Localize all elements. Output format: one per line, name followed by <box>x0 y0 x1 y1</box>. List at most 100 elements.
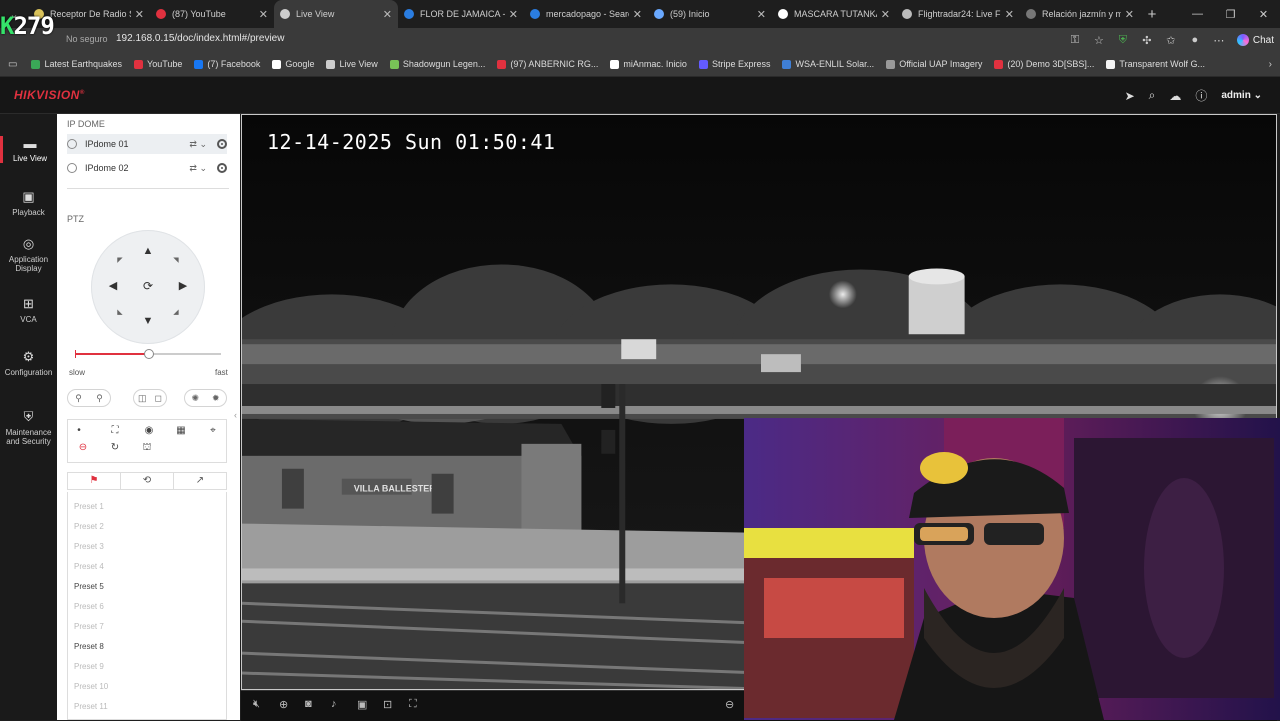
minimize-icon[interactable]: — <box>1181 0 1214 28</box>
preset-item[interactable]: Preset 4 <box>74 562 104 571</box>
one-touch-focus-icon[interactable]: ◉ <box>142 425 156 436</box>
close-tab-icon[interactable]: ✕ <box>135 8 144 21</box>
security-indicator[interactable]: No seguro <box>66 34 108 44</box>
camera-list-item[interactable]: IPdome 02 ⇄ ⌄ <box>67 158 227 178</box>
browser-tab[interactable]: MASCARA TUTANKAMO ✕ <box>772 0 896 28</box>
bookmark-item[interactable]: Live View <box>326 59 378 69</box>
url-field[interactable]: 192.168.0.15/doc/index.html#/preview <box>116 33 284 44</box>
tab-pattern-icon[interactable]: ↗ <box>174 473 226 489</box>
audio-mute-icon[interactable]: 🔇︎ <box>253 698 260 711</box>
close-tab-icon[interactable]: ✕ <box>881 8 890 21</box>
bookmark-item[interactable]: (7) Facebook <box>194 59 260 69</box>
live-view-toggle-icon[interactable] <box>217 163 227 173</box>
tab-presets-icon[interactable]: ⚑ <box>68 473 121 489</box>
microphone-icon[interactable]: ♪ <box>331 698 337 710</box>
copilot-chat-button[interactable]: Chat <box>1231 34 1280 46</box>
lens-init-icon[interactable]: ↻ <box>108 442 122 453</box>
exit-icon[interactable]: ⊖ <box>725 698 734 711</box>
stream-type-icon[interactable]: ⇄ ⌄ <box>189 163 207 174</box>
capture-icon[interactable]: ◙ <box>305 698 312 710</box>
preset-item[interactable]: Preset 2 <box>74 522 104 531</box>
bookmark-item[interactable]: (97) ANBERNIC RG... <box>497 59 598 69</box>
bookmark-item[interactable]: (20) Demo 3D[SBS]... <box>994 59 1094 69</box>
bookmark-item[interactable]: Official UAP Imagery <box>886 59 982 69</box>
iris-open-icon[interactable]: ✺ <box>191 393 199 404</box>
close-tab-icon[interactable]: ✕ <box>1005 8 1014 21</box>
new-tab-button[interactable]: + <box>1140 6 1164 23</box>
camera-list-item[interactable]: IPdome 01 ⇄ ⌄ <box>67 134 227 154</box>
profile-avatar-icon[interactable]: ● <box>1183 34 1207 46</box>
bookmark-item[interactable]: YouTube <box>134 59 182 69</box>
digital-zoom-icon[interactable]: ⊕ <box>279 698 288 711</box>
ptz-down-right-icon[interactable]: ◢ <box>169 306 183 320</box>
light-icon[interactable]: • <box>72 425 86 436</box>
ptz-auto-scan-icon[interactable]: ⟳ <box>141 279 155 293</box>
wiper-icon[interactable]: ⛫ <box>140 442 154 455</box>
browser-tab[interactable]: mercadopago - Search ✕ <box>524 0 648 28</box>
browser-tab[interactable]: FLOR DE JAMAICA - Sea ✕ <box>398 0 524 28</box>
user-menu[interactable]: admin ⌄ <box>1221 90 1262 101</box>
record-icon[interactable]: ▣ <box>357 698 367 711</box>
manual-tracking-icon[interactable]: ⌖ <box>206 425 220 436</box>
nav-item[interactable]: ◎ Application Display <box>0 236 57 273</box>
browser-tab[interactable]: (87) YouTube ✕ <box>150 0 274 28</box>
ptz-up-icon[interactable]: ▲ <box>141 244 155 258</box>
favorites-icon[interactable]: ✩ <box>1159 34 1183 47</box>
fullscreen-icon[interactable]: ⛶ <box>409 698 417 711</box>
browser-tab[interactable]: (59) Inicio ✕ <box>648 0 772 28</box>
cloud-tools-icon[interactable]: ☁ <box>1169 89 1181 103</box>
extensions-puzzle-icon[interactable]: ✣ <box>1135 34 1159 47</box>
stream-type-icon[interactable]: ⇄ ⌄ <box>189 139 207 150</box>
bookmark-item[interactable]: miAnmac. Inicio <box>610 59 687 69</box>
send-icon[interactable]: ➤ <box>1125 89 1135 103</box>
ptz-speed-handle[interactable] <box>144 349 154 359</box>
grid-layout-icon[interactable]: ▦ <box>174 425 188 436</box>
nav-item[interactable]: ⊞ VCA <box>0 296 57 324</box>
close-tab-icon[interactable]: ✕ <box>757 8 766 21</box>
bookmarks-overflow-chevron-icon[interactable]: › <box>1269 59 1272 70</box>
sidebar-toggle-icon[interactable]: ▭ <box>8 59 17 70</box>
ptz-up-right-icon[interactable]: ◥ <box>169 254 183 268</box>
preset-item[interactable]: Preset 9 <box>74 662 104 671</box>
ptz-down-left-icon[interactable]: ◣ <box>113 306 127 320</box>
focus-far-icon[interactable]: ◻ <box>155 393 162 404</box>
ptz-left-icon[interactable]: ◀ <box>106 279 120 293</box>
close-tab-icon[interactable]: ✕ <box>383 8 392 21</box>
bookmark-item[interactable]: Latest Earthquakes <box>31 59 122 69</box>
bookmark-item[interactable]: WSA-ENLIL Solar... <box>782 59 874 69</box>
bookmark-item[interactable]: Stripe Express <box>698 59 770 69</box>
maximize-icon[interactable]: ❐ <box>1214 0 1247 28</box>
browser-tab[interactable]: Live View ✕ <box>274 0 398 28</box>
collapse-panel-icon[interactable]: ‹ <box>234 410 237 420</box>
info-icon[interactable]: ⓘ <box>1195 87 1207 104</box>
nav-item[interactable]: ▬ Live View <box>0 136 57 163</box>
bookmark-item[interactable]: Shadowgun Legen... <box>389 59 485 69</box>
preset-item[interactable]: Preset 5 <box>74 582 104 591</box>
preset-item[interactable]: Preset 7 <box>74 622 104 631</box>
3d-zoom-icon[interactable]: ⛶ <box>108 425 122 436</box>
zoom-in-icon[interactable]: ⚲ <box>96 393 103 404</box>
search-icon[interactable]: ⌕ <box>1149 88 1156 103</box>
zoom-tracking-icon[interactable]: ⊖ <box>76 442 90 453</box>
more-menu-icon[interactable]: ⋯ <box>1207 34 1231 47</box>
bookmark-item[interactable]: Transparent Wolf G... <box>1106 59 1205 69</box>
ptz-right-icon[interactable]: ▶ <box>176 279 190 293</box>
focus-near-icon[interactable]: ◫ <box>138 393 147 404</box>
iris-close-icon[interactable]: ✹ <box>212 393 220 404</box>
close-tab-icon[interactable]: ✕ <box>1125 8 1134 21</box>
preset-item[interactable]: Preset 3 <box>74 542 104 551</box>
preset-item[interactable]: Preset 6 <box>74 602 104 611</box>
3d-positioning-icon[interactable]: ⊡ <box>383 698 392 711</box>
tab-patrols-icon[interactable]: ⟲ <box>121 473 174 489</box>
nav-item[interactable]: ⛨ Maintenance and Security <box>0 409 57 446</box>
bookmark-item[interactable]: Google <box>272 59 314 69</box>
nav-item[interactable]: ⚙ Configuration <box>0 349 57 377</box>
close-tab-icon[interactable]: ✕ <box>633 8 642 21</box>
preset-item[interactable]: Preset 1 <box>74 502 104 511</box>
live-view-toggle-icon[interactable] <box>217 139 227 149</box>
close-tab-icon[interactable]: ✕ <box>259 8 268 21</box>
preset-item[interactable]: Preset 8 <box>74 642 104 651</box>
bookmark-star-icon[interactable]: ☆ <box>1087 34 1111 47</box>
key-icon[interactable]: ⚿ <box>1063 34 1087 47</box>
preset-item[interactable]: Preset 10 <box>74 682 108 691</box>
